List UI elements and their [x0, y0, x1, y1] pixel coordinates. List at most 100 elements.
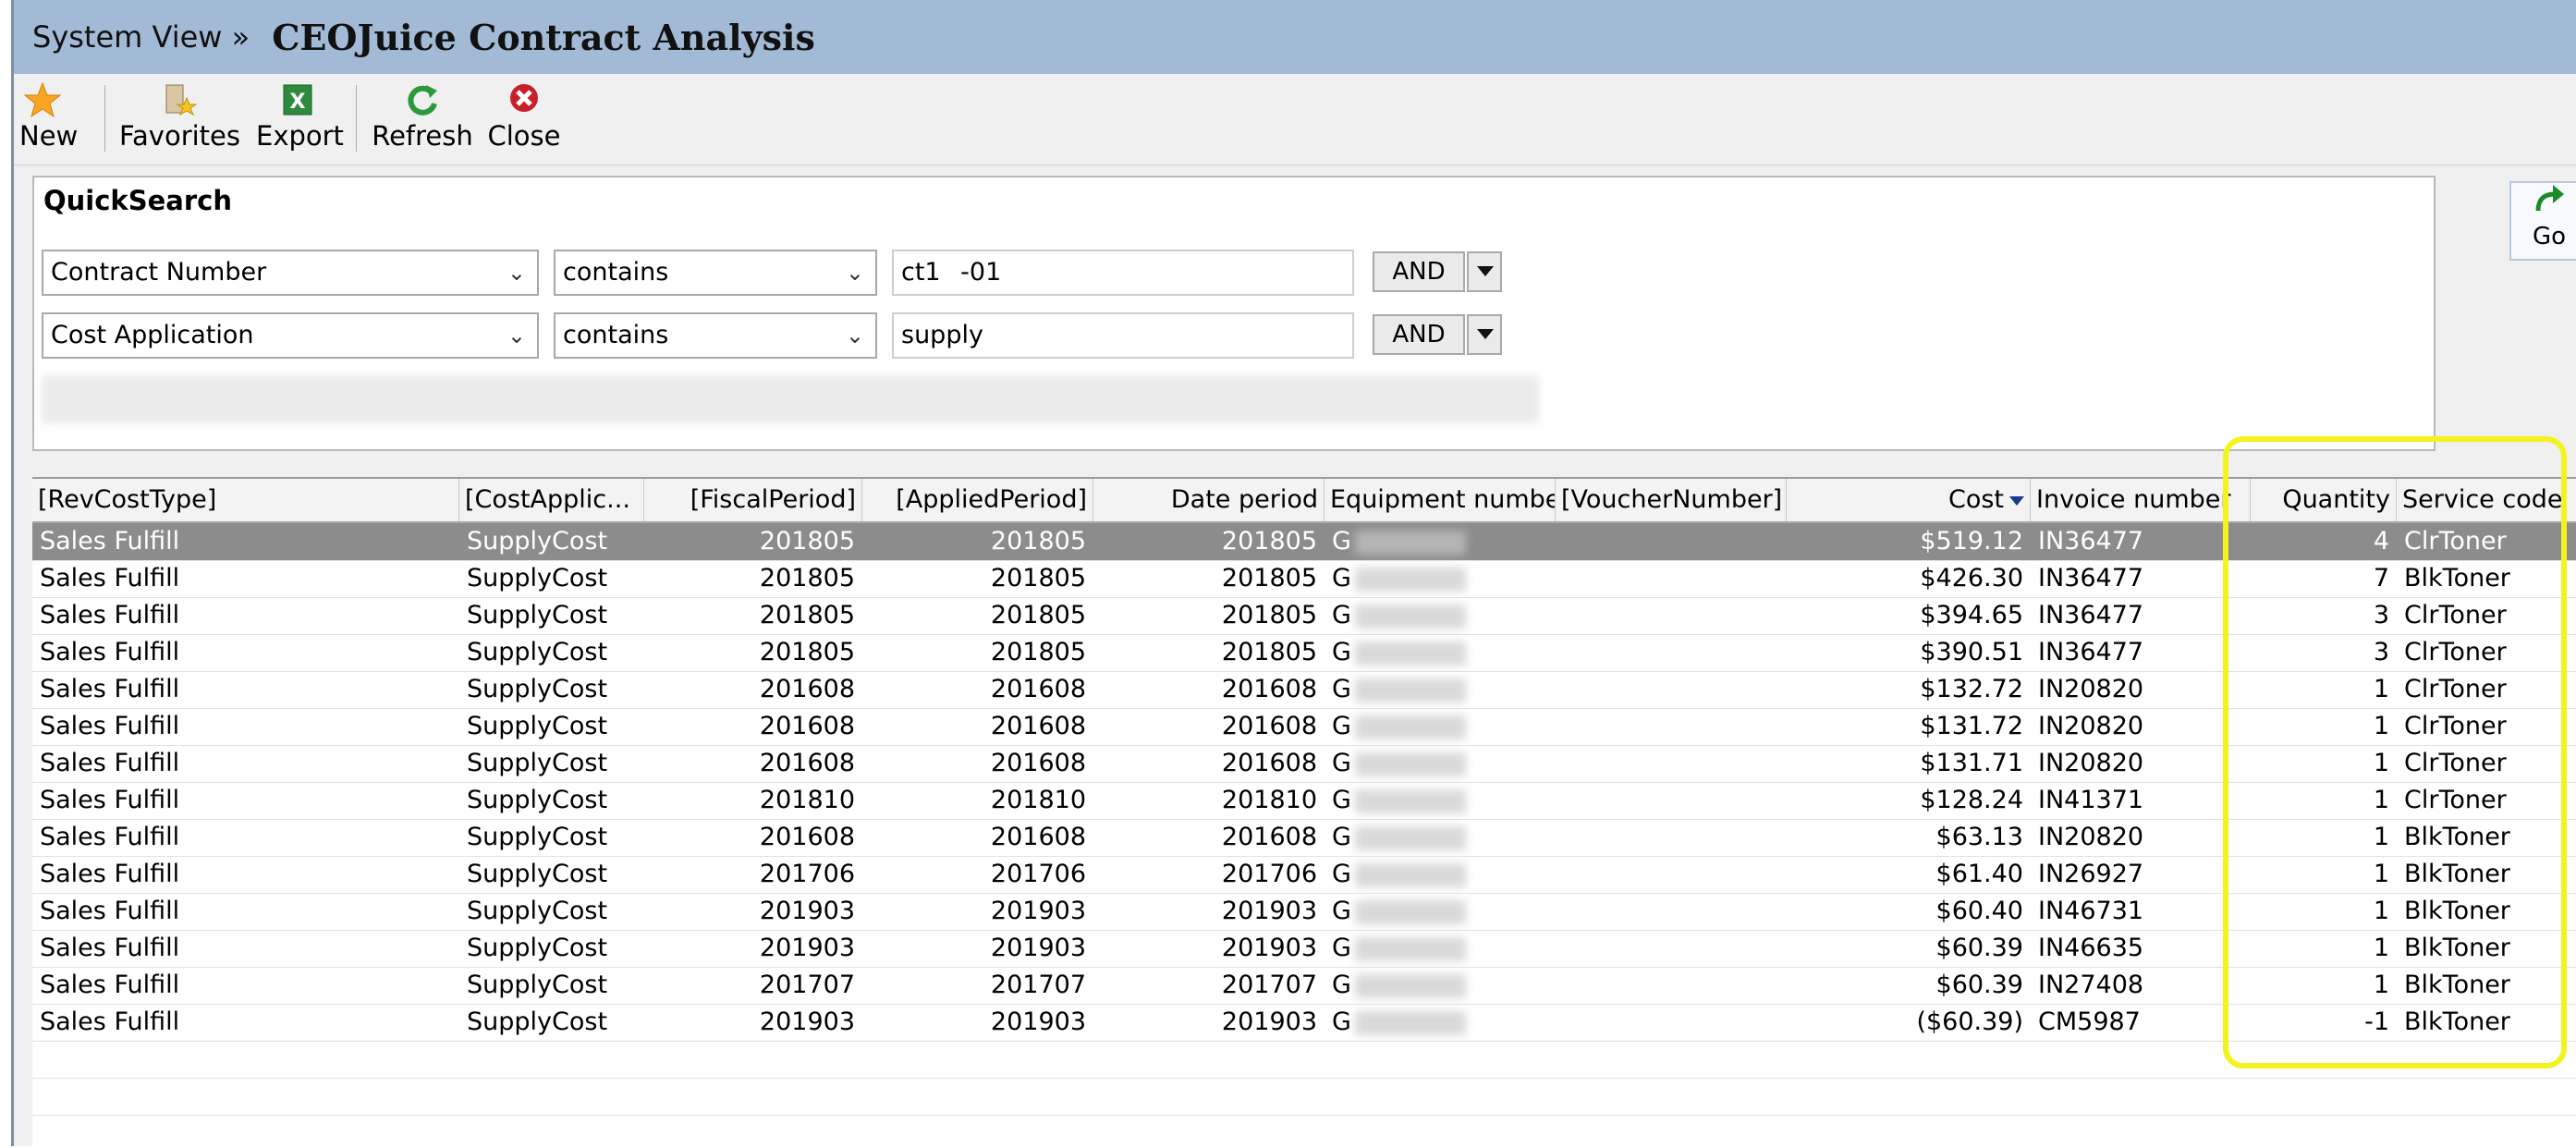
cell-invoicenumber: IN26927 — [2038, 860, 2144, 888]
cell-revcosttype: Sales Fulfill — [40, 1008, 180, 1036]
cell-servicecode: BlkToner — [2404, 934, 2510, 962]
cell-fiscalperiod: 201608 — [759, 712, 855, 740]
cell-invoicenumber: IN36477 — [2038, 527, 2144, 556]
cell-revcosttype: Sales Fulfill — [40, 601, 180, 629]
header-col-invoicenumber[interactable]: Invoice number — [2031, 479, 2251, 521]
cell-fiscalperiod: 201805 — [759, 527, 855, 556]
header-col-fiscalperiod[interactable]: [FiscalPeriod] — [644, 479, 862, 521]
cell-servicecode: ClrToner — [2404, 638, 2507, 666]
header-col-quantity[interactable]: Quantity — [2251, 479, 2397, 521]
header-col-dateperiod[interactable]: Date period — [1093, 479, 1325, 521]
favorites-button[interactable]: Favorites — [119, 78, 240, 152]
cell-appliedperiod: 201608 — [990, 749, 1086, 777]
toolbar-separator — [356, 85, 357, 152]
cell-costapplication: SupplyCost — [467, 712, 608, 740]
table-row[interactable]: Sales Fulfill SupplyCost 201805 201805 20180… — [32, 634, 2576, 672]
cell-costapplication: SupplyCost — [467, 527, 608, 556]
cell-quantity: 7 — [2373, 564, 2389, 592]
table-row[interactable]: Sales Fulfill SupplyCost 201805 201805 20180… — [32, 597, 2576, 635]
table-row[interactable]: Sales Fulfill SupplyCost 201810 201810 20181… — [32, 782, 2576, 820]
new-button[interactable]: New — [19, 78, 79, 152]
header-col-vouchernumber[interactable]: [VoucherNumber] — [1556, 479, 1787, 521]
cell-cost: $60.40 — [1935, 897, 2023, 925]
table-row[interactable]: Sales Fulfill SupplyCost 201903 201903 20190… — [32, 893, 2576, 931]
table-row[interactable]: Sales Fulfill SupplyCost 201706 201706 20170… — [32, 856, 2576, 894]
search-field-select-2[interactable]: Cost Application ⌄ — [42, 312, 539, 359]
breadcrumb[interactable]: System View » — [32, 19, 250, 55]
cell-invoicenumber: IN20820 — [2038, 675, 2144, 703]
quicksearch-header: QuickSearch — [43, 185, 232, 216]
header-col-costapplication[interactable]: [CostApplic... — [459, 479, 644, 521]
sort-desc-icon — [2009, 495, 2024, 506]
cell-revcosttype: Sales Fulfill — [40, 749, 180, 777]
blurred-search-row — [42, 375, 1539, 423]
and-dropdown-2[interactable] — [1467, 314, 1502, 355]
and-button-2[interactable]: AND — [1373, 314, 1465, 355]
table-row[interactable]: Sales Fulfill SupplyCost 201903 201903 20190… — [32, 1004, 2576, 1042]
search-value-input-1[interactable]: ct1 -01 — [892, 250, 1354, 296]
cell-fiscalperiod: 201608 — [759, 823, 855, 851]
chevron-down-icon: ⌄ — [507, 323, 526, 348]
header-col-servicecode[interactable]: Service code — [2397, 479, 2576, 521]
table-row[interactable]: Sales Fulfill SupplyCost 201608 201608 20160… — [32, 745, 2576, 783]
cell-cost: $519.12 — [1920, 527, 2023, 556]
header-col-appliedperiod[interactable]: [AppliedPeriod] — [862, 479, 1093, 521]
cell-quantity: 1 — [2373, 860, 2389, 888]
cell-cost: $131.71 — [1920, 749, 2023, 777]
go-button[interactable]: Go — [2509, 181, 2576, 261]
cell-servicecode: ClrToner — [2404, 749, 2507, 777]
cell-dateperiod: 201608 — [1221, 823, 1317, 851]
table-row[interactable]: Sales Fulfill SupplyCost 201608 201608 20160… — [32, 671, 2576, 709]
table-row[interactable]: Sales Fulfill SupplyCost 201608 201608 20160… — [32, 819, 2576, 857]
chevron-down-icon: ⌄ — [845, 260, 864, 286]
cell-appliedperiod: 201706 — [990, 860, 1086, 888]
cell-costapplication: SupplyCost — [467, 638, 608, 666]
cell-equipmentnumber: G — [1332, 560, 1548, 597]
cell-invoicenumber: IN36477 — [2038, 564, 2144, 592]
quicksearch-panel: QuickSearch Contract Number ⌄ contains ⌄… — [32, 176, 2436, 451]
search-value-input-2[interactable]: supply — [892, 312, 1354, 359]
table-row[interactable]: Sales Fulfill SupplyCost 201707 201707 20170… — [32, 967, 2576, 1005]
cell-revcosttype: Sales Fulfill — [40, 860, 180, 888]
search-field-select-1[interactable]: Contract Number ⌄ — [42, 250, 539, 296]
cell-revcosttype: Sales Fulfill — [40, 527, 180, 556]
cell-equipmentnumber: G — [1332, 782, 1548, 819]
cell-appliedperiod: 201810 — [990, 786, 1086, 814]
export-label: Export — [256, 120, 344, 152]
close-button[interactable]: Close — [487, 78, 561, 152]
cell-equipmentnumber: G — [1332, 893, 1548, 930]
table-row[interactable]: Sales Fulfill SupplyCost 201903 201903 20190… — [32, 930, 2576, 968]
header-col-cost[interactable]: Cost — [1787, 479, 2031, 521]
cell-costapplication: SupplyCost — [467, 971, 608, 999]
favorites-label: Favorites — [119, 120, 240, 152]
cell-fiscalperiod: 201707 — [759, 971, 855, 999]
header-col-revcosttype[interactable]: [RevCostType] — [32, 479, 459, 521]
cell-cost: $390.51 — [1920, 638, 2023, 666]
and-dropdown-1[interactable] — [1467, 251, 1502, 292]
search-operator-select-2[interactable]: contains ⌄ — [554, 312, 877, 359]
search-operator-select-1[interactable]: contains ⌄ — [554, 250, 877, 296]
cell-servicecode: ClrToner — [2404, 527, 2507, 556]
refresh-button[interactable]: Refresh — [371, 78, 474, 152]
results-grid: [RevCostType] [CostApplic... [FiscalPeriod… — [32, 477, 2576, 1148]
cell-servicecode: ClrToner — [2404, 675, 2507, 703]
cell-cost: $63.13 — [1935, 823, 2023, 851]
cell-equipmentnumber: G — [1332, 1004, 1548, 1041]
export-button[interactable]: X Export — [256, 78, 344, 152]
cell-costapplication: SupplyCost — [467, 860, 608, 888]
new-label: New — [19, 120, 79, 152]
cell-dateperiod: 201608 — [1221, 749, 1317, 777]
cell-revcosttype: Sales Fulfill — [40, 934, 180, 962]
cell-fiscalperiod: 201608 — [759, 675, 855, 703]
close-label: Close — [487, 120, 561, 152]
redacted-text — [1354, 1010, 1466, 1035]
cell-invoicenumber: IN46635 — [2038, 934, 2144, 962]
table-row[interactable]: Sales Fulfill SupplyCost 201805 201805 20180… — [32, 523, 2576, 561]
table-row[interactable]: Sales Fulfill SupplyCost 201805 201805 20180… — [32, 560, 2576, 598]
and-button-1[interactable]: AND — [1373, 251, 1465, 292]
refresh-icon — [404, 81, 441, 118]
cell-quantity: 3 — [2373, 638, 2389, 666]
header-col-equipmentnumber[interactable]: Equipment number — [1325, 479, 1556, 521]
cell-invoicenumber: IN41371 — [2038, 786, 2144, 814]
table-row[interactable]: Sales Fulfill SupplyCost 201608 201608 20160… — [32, 708, 2576, 746]
